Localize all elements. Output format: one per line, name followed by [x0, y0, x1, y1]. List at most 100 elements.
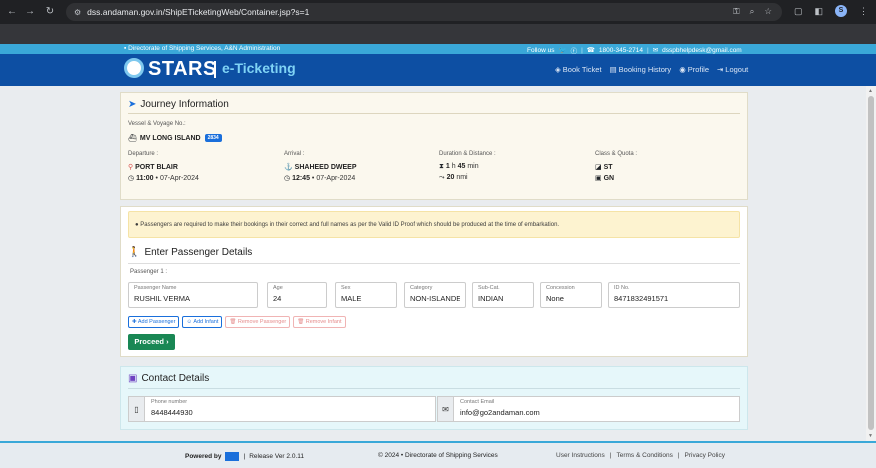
category-label: Category [410, 285, 433, 291]
copyright: © 2024 • Directorate of Shipping Service… [378, 452, 498, 459]
journey-title-text: Journey Information [140, 99, 229, 110]
forward-arrow-icon[interactable]: → [22, 6, 38, 17]
menu-kebab-icon[interactable]: ⋮ [859, 6, 868, 17]
nav-book-ticket-label: Book Ticket [562, 65, 602, 74]
nav-logout[interactable]: ⇥ Logout [717, 65, 748, 74]
site-footer: Powered by | Release Ver 2.0.11 © 2024 •… [0, 441, 876, 468]
age-label: Age [273, 285, 283, 291]
plus-user-icon: ✚ [132, 319, 137, 325]
id-number-field[interactable]: ID No. 8471832491571 [608, 282, 740, 308]
department-name: Directorate of Shipping Services, A&N Ad… [128, 45, 281, 52]
powered-by-label: Powered by [185, 453, 222, 460]
separator: | [243, 453, 246, 460]
infant-icon: ☺ [186, 319, 193, 325]
phone-value[interactable]: 8448444930 [151, 408, 429, 417]
remove-passenger-button[interactable]: 🗑 Remove Passenger [225, 316, 291, 328]
site-settings-icon[interactable]: ⚙ [74, 8, 81, 17]
footer-links: User Instructions | Terms & Conditions |… [556, 452, 725, 459]
extensions-icon[interactable]: ▢ [794, 6, 803, 17]
departure-port-row: ⚲ PORT BLAIR [128, 163, 178, 171]
nav-booking-history[interactable]: ▤ Booking History [610, 65, 672, 74]
email-value[interactable]: info@go2andaman.com [460, 408, 733, 417]
scrollbar-thumb[interactable] [868, 96, 874, 430]
concession-value[interactable]: None [546, 294, 596, 303]
age-value[interactable]: 24 [273, 294, 321, 303]
duration-hours-unit: h [451, 163, 456, 170]
password-key-icon[interactable]: ⚿ [733, 6, 739, 17]
nav-profile-label: Profile [687, 65, 709, 74]
passenger-name-field[interactable]: Passenger Name RUSHIL VERMA [128, 282, 258, 308]
remove-infant-label: Remove Infant [305, 319, 342, 325]
trash-icon: 🗑 [297, 319, 305, 325]
sex-label: Sex [341, 285, 351, 291]
anchor-icon: ⚓ [284, 164, 293, 171]
phone-input[interactable]: Phone number 8448444930 [144, 396, 436, 422]
passenger-number-label: Passenger 1 : [130, 269, 168, 275]
phone-icon: ☎ [586, 47, 595, 54]
duration-minutes-unit: min [467, 163, 479, 170]
vessel-row: ⛴ MV LONG ISLAND 2834 [128, 134, 222, 142]
nav-booking-history-label: Booking History [618, 65, 672, 74]
email-label: Contact Email [460, 399, 495, 405]
mobile-phone-icon: ▯ [128, 396, 144, 422]
journey-card: ➤ Journey Information Vessel & Voyage No… [120, 92, 748, 200]
email-input[interactable]: Contact Email info@go2andaman.com [453, 396, 740, 422]
passenger-section-title: 🚶 Enter Passenger Details [128, 247, 252, 258]
terms-conditions-link[interactable]: Terms & Conditions [616, 452, 672, 459]
age-field[interactable]: Age 24 [267, 282, 327, 308]
page-scrollbar[interactable]: ▲ ▼ [866, 86, 876, 441]
category-value[interactable]: NON-ISLANDER [410, 294, 460, 303]
category-select[interactable]: Category NON-ISLANDER [404, 282, 466, 308]
subcat-value[interactable]: INDIAN [478, 294, 528, 303]
bookmark-star-icon[interactable]: ☆ [764, 6, 772, 17]
distance-unit: nmi [456, 174, 468, 181]
address-bar[interactable]: ⚙ dss.andaman.gov.in/ShipETicketingWeb/C… [66, 3, 782, 21]
sex-select[interactable]: Sex MALE [335, 282, 397, 308]
class-value: ST [603, 164, 613, 171]
zoom-icon[interactable]: ⌕ [750, 6, 755, 17]
passenger-title-text: Enter Passenger Details [144, 247, 253, 258]
nav-profile[interactable]: ◉ Profile [679, 65, 709, 74]
passenger-name-value[interactable]: RUSHIL VERMA [134, 294, 252, 303]
proceed-button[interactable]: Proceed › [128, 334, 175, 350]
reload-icon[interactable]: ↻ [42, 6, 58, 17]
scroll-down-icon[interactable]: ▼ [868, 433, 873, 439]
profile-avatar[interactable]: S [835, 5, 847, 17]
id-number-label: ID No. [614, 285, 630, 291]
logo-sub[interactable]: e-Ticketing [222, 60, 296, 76]
phone-label: Phone number [151, 399, 188, 405]
twitter-icon[interactable]: 🐦 [558, 46, 566, 54]
class-row: ◪ ST [595, 163, 613, 171]
add-passenger-button[interactable]: ✚ Add Passenger [128, 316, 180, 328]
url-text[interactable]: dss.andaman.gov.in/ShipETicketingWeb/Con… [87, 7, 309, 17]
add-infant-button[interactable]: ☺ Add Infant [182, 316, 223, 328]
id-proof-notice: ● Passengers are required to make their … [128, 211, 740, 238]
user-instructions-link[interactable]: User Instructions [556, 452, 605, 459]
privacy-policy-link[interactable]: Privacy Policy [685, 452, 725, 459]
scroll-up-icon[interactable]: ▲ [868, 88, 873, 94]
send-arrow-icon: ➤ [128, 99, 137, 110]
nav-book-ticket[interactable]: ◈ Book Ticket [555, 65, 602, 74]
subcat-select[interactable]: Sub-Cat. INDIAN [472, 282, 534, 308]
email-input-group: ✉ Contact Email info@go2andaman.com [437, 396, 740, 422]
release-version: Release Ver 2.0.11 [249, 453, 304, 460]
id-number-value[interactable]: 8471832491571 [614, 294, 734, 303]
passenger-name-label: Passenger Name [134, 285, 177, 291]
duration-label: Duration & Distance : [439, 151, 496, 157]
sidebar-icon[interactable]: ◧ [814, 6, 823, 17]
contact-card: ▣ Contact Details ▯ Phone number 8448444… [120, 366, 748, 430]
voyage-badge: 2834 [204, 134, 222, 142]
hourglass-icon: ⧗ [439, 163, 444, 170]
add-passenger-label: Add Passenger [137, 319, 176, 325]
logo-main[interactable]: STARS [148, 58, 217, 81]
add-infant-label: Add Infant [193, 319, 219, 325]
logout-icon: ⇥ [717, 65, 724, 74]
duration-hours: 1 [445, 163, 450, 170]
passenger-actions: ✚ Add Passenger ☺ Add Infant 🗑 Remove Pa… [128, 316, 346, 328]
helpdesk-email[interactable]: dsspbhelpdesk@gmail.com [662, 47, 742, 54]
phone-input-group: ▯ Phone number 8448444930 [128, 396, 436, 422]
sex-value[interactable]: MALE [341, 294, 391, 303]
back-arrow-icon[interactable]: ← [4, 6, 20, 17]
remove-infant-button[interactable]: 🗑 Remove Infant [293, 316, 346, 328]
concession-select[interactable]: Concession None [540, 282, 602, 308]
